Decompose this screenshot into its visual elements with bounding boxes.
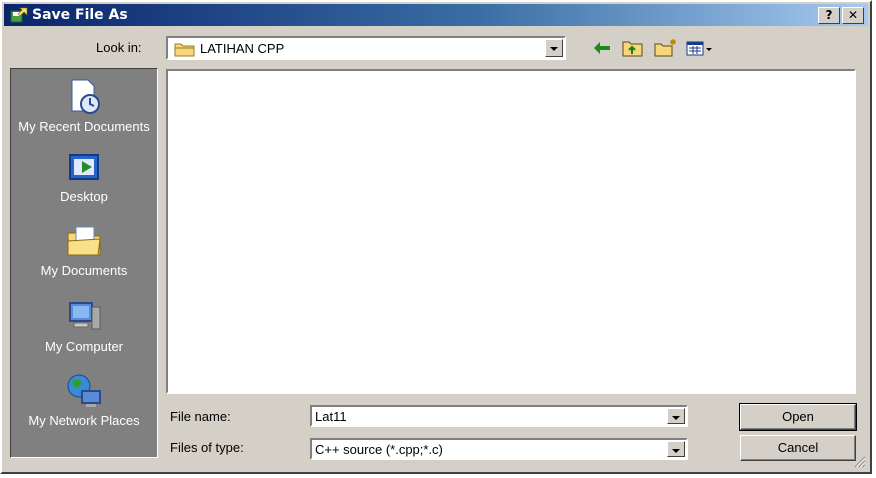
look-in-dropdown[interactable]: LATIHAN CPP (166, 36, 566, 60)
file-type-dropdown-arrow[interactable] (667, 441, 685, 457)
network-places-icon (67, 374, 101, 407)
file-list[interactable] (166, 69, 856, 394)
recent-documents-icon (71, 79, 100, 114)
my-documents-icon (67, 226, 101, 256)
file-name-label: File name: (170, 409, 231, 424)
file-type-label: Files of type: (170, 440, 244, 455)
places-bar: My Recent Documents Desktop My Documents (10, 68, 158, 458)
folder-icon (174, 43, 195, 57)
view-menu-icon[interactable] (686, 38, 714, 58)
file-name-input[interactable]: Lat11 (310, 405, 688, 427)
look-in-label: Look in: (96, 40, 142, 55)
title-bar[interactable]: Save File As ? ✕ (4, 4, 868, 26)
place-label: My Documents (40, 263, 128, 278)
save-dialog-icon (10, 7, 28, 23)
place-label: My Computer (44, 339, 124, 354)
place-label: My Recent Documents (18, 119, 150, 134)
desktop-icon (69, 154, 99, 180)
file-type-value: C++ source (*.cpp;*.c) (315, 442, 443, 457)
place-my-documents[interactable]: My Documents (11, 221, 157, 278)
place-my-computer[interactable]: My Computer (11, 297, 157, 354)
new-folder-icon[interactable] (654, 38, 678, 58)
back-icon[interactable] (592, 38, 612, 58)
place-recent-documents[interactable]: My Recent Documents (11, 77, 157, 134)
place-network-places[interactable]: My Network Places (11, 371, 157, 428)
place-desktop[interactable]: Desktop (11, 151, 157, 204)
place-label: My Network Places (28, 413, 140, 428)
resize-grip-icon[interactable] (852, 454, 866, 468)
close-button[interactable]: ✕ (842, 7, 864, 24)
place-label: Desktop (60, 189, 108, 204)
cancel-button[interactable]: Cancel (740, 435, 856, 461)
help-button[interactable]: ? (818, 7, 840, 24)
window-title: Save File As (32, 7, 128, 23)
my-computer-icon (69, 302, 101, 330)
up-folder-icon[interactable] (622, 38, 644, 58)
file-type-dropdown[interactable]: C++ source (*.cpp;*.c) (310, 438, 688, 460)
look-in-value: LATIHAN CPP (200, 41, 285, 56)
look-in-dropdown-arrow[interactable] (545, 39, 563, 57)
file-name-dropdown-arrow[interactable] (667, 408, 685, 424)
save-file-dialog: Save File As ? ✕ Look in: LATIHAN CPP My… (0, 0, 872, 474)
file-name-value: Lat11 (315, 409, 347, 424)
open-button[interactable]: Open (739, 403, 857, 431)
